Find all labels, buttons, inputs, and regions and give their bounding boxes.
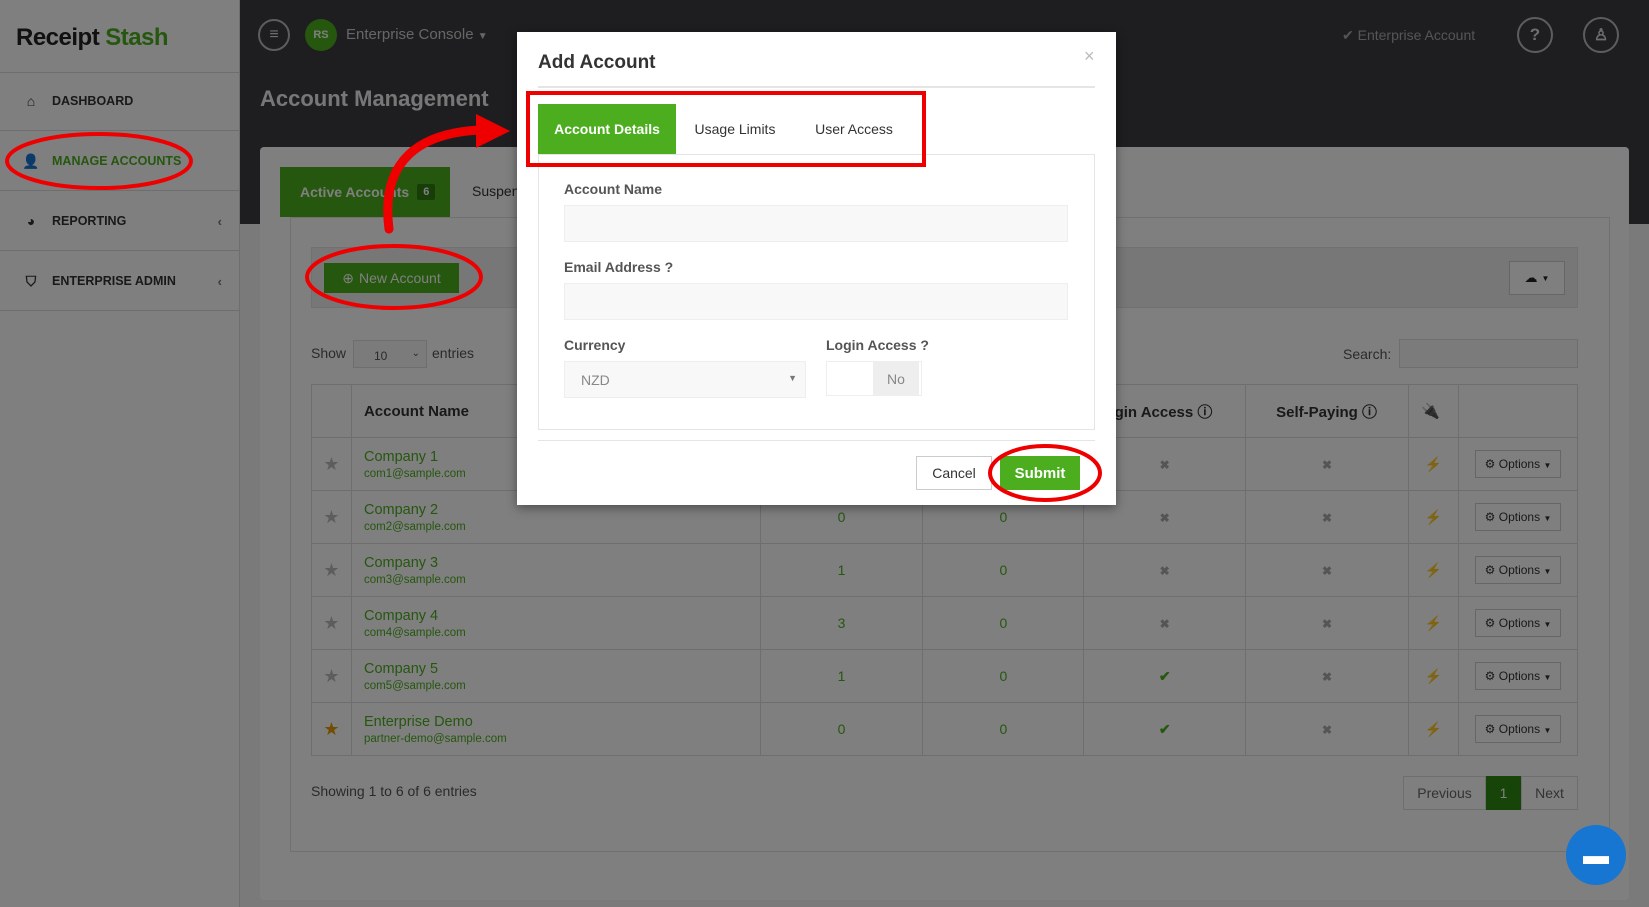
close-icon[interactable]: × (1084, 46, 1095, 67)
add-account-modal: Add Account × Account Details Usage Limi… (517, 32, 1116, 505)
tab-usage-limits[interactable]: Usage Limits (676, 104, 794, 154)
chat-button[interactable]: ▬ (1566, 825, 1626, 885)
tab-user-access[interactable]: User Access (794, 104, 914, 154)
account-name-label: Account Name (564, 181, 663, 197)
account-name-input[interactable] (564, 205, 1068, 242)
question-circle-icon: ? (920, 337, 929, 353)
submit-button[interactable]: Submit (1000, 456, 1080, 490)
chat-bubble-icon: ▬ (1583, 839, 1609, 870)
login-access-toggle[interactable]: No (826, 361, 922, 396)
label-text: Login Access (826, 337, 917, 353)
email-input[interactable] (564, 283, 1068, 320)
email-label: Email Address ? (564, 259, 673, 275)
cancel-button[interactable]: Cancel (916, 456, 992, 490)
divider (538, 86, 1095, 88)
caret-down-icon: ▼ (788, 373, 797, 383)
currency-value: NZD (581, 372, 610, 388)
toggle-knob (827, 362, 873, 395)
login-access-label: Login Access ? (826, 337, 929, 353)
toggle-state: No (873, 362, 919, 395)
question-circle-icon: ? (664, 259, 674, 275)
label-text: Email Address (564, 259, 661, 275)
modal-title: Add Account (538, 52, 656, 73)
tab-account-details[interactable]: Account Details (538, 104, 676, 154)
currency-label: Currency (564, 337, 626, 353)
divider (538, 440, 1095, 441)
currency-select[interactable]: NZD ▼ (564, 361, 806, 398)
